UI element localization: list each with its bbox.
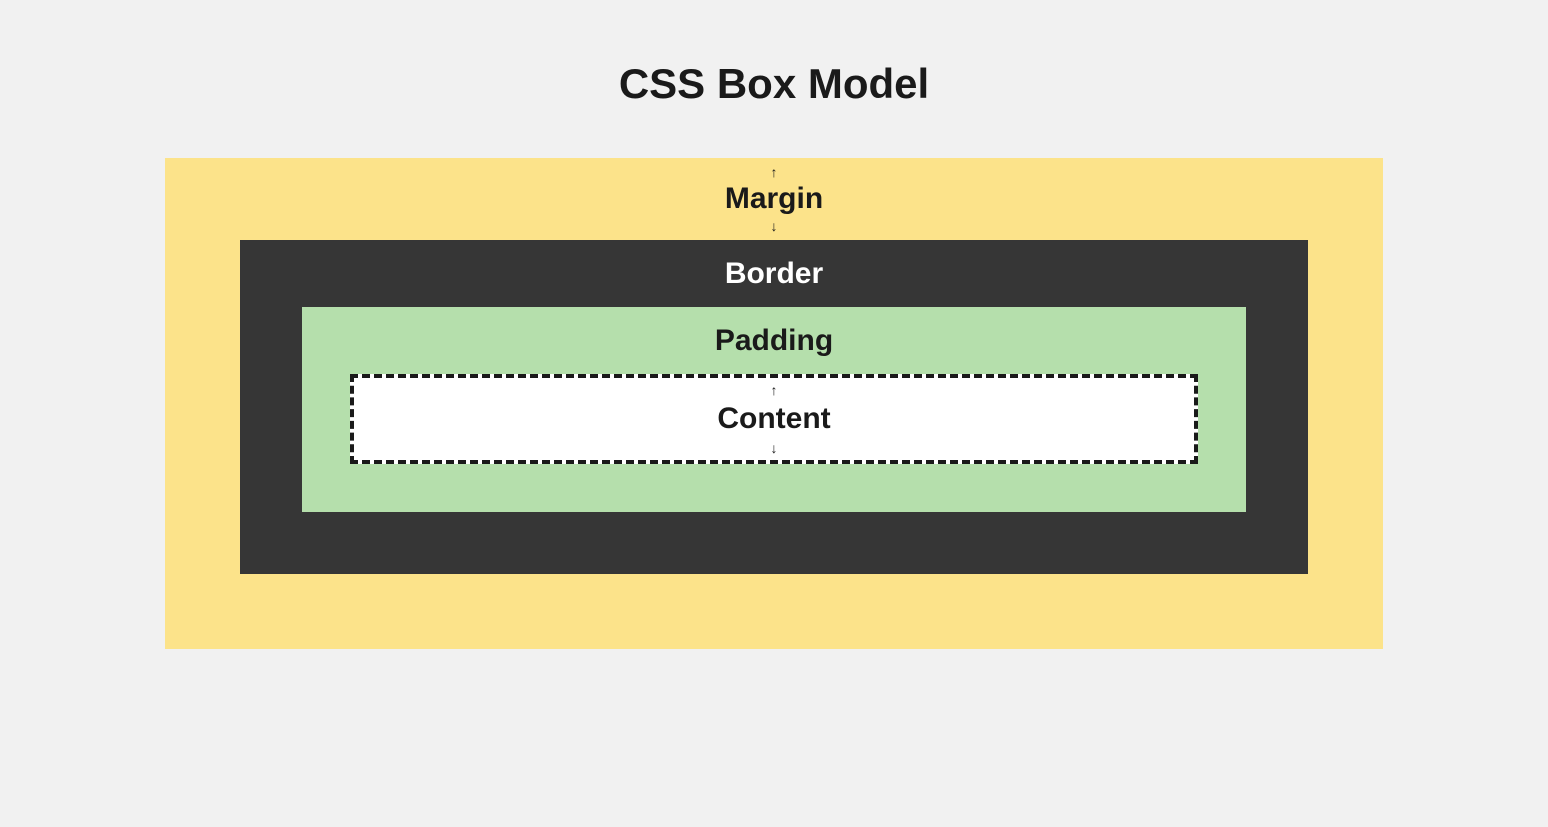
border-layer: Border Padding ↑ Content ↓ [240,240,1308,574]
padding-layer: Padding ↑ Content ↓ [302,307,1246,512]
arrow-down-icon: ↓ [771,218,778,234]
diagram-title: CSS Box Model [619,60,929,108]
border-label-container: Border [302,240,1246,307]
box-model-diagram: ↑ Margin ↓ Border Padding ↑ Content [165,158,1383,649]
padding-label-container: Padding [350,307,1198,374]
arrow-up-icon: ↑ [771,164,778,180]
margin-label: Margin [725,182,823,216]
arrow-up-icon: ↑ [771,382,778,398]
content-label: Content [717,402,830,436]
content-layer: ↑ Content ↓ [350,374,1198,464]
margin-layer: ↑ Margin ↓ Border Padding ↑ Content [165,158,1383,649]
padding-label: Padding [715,324,833,358]
diagram-container: CSS Box Model ↑ Margin ↓ Border Padding [0,0,1548,649]
margin-label-container: ↑ Margin ↓ [240,158,1308,240]
border-label: Border [725,257,823,291]
arrow-down-icon: ↓ [771,440,778,456]
